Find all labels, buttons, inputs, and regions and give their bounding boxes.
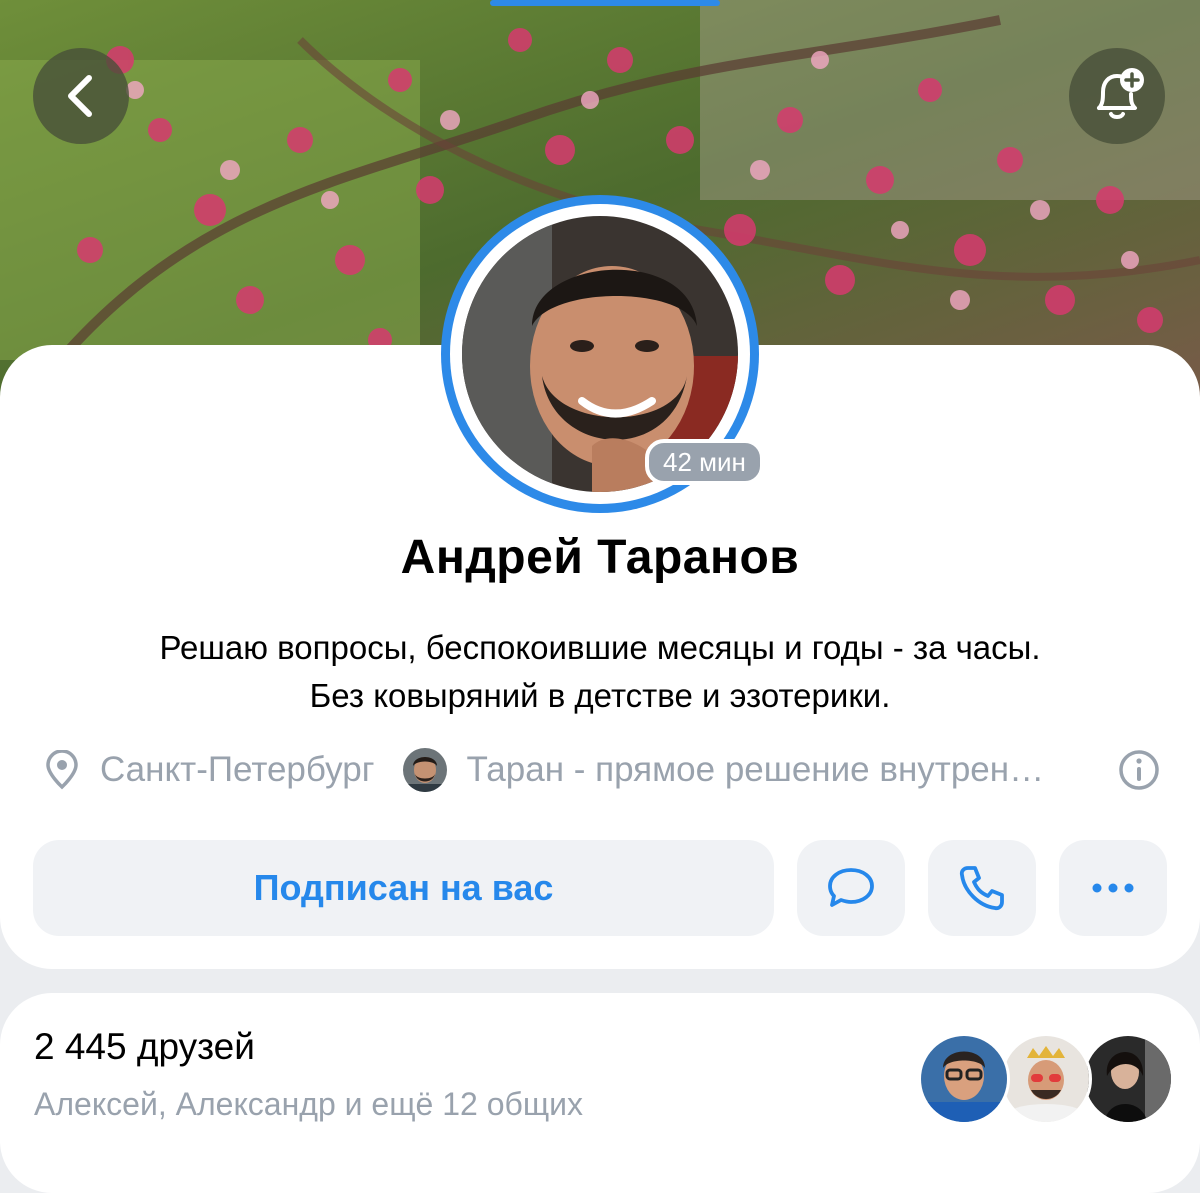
profile-work[interactable]: Таран - прямое решение внутренних пробле…	[467, 750, 1049, 790]
friend-avatar[interactable]	[1082, 1033, 1174, 1125]
more-dots-icon	[1092, 883, 1134, 893]
map-pin-icon	[46, 750, 78, 790]
chevron-left-icon	[68, 75, 92, 117]
profile-info-row[interactable]: Санкт-Петербург Таран - прямое решение в…	[44, 742, 1164, 798]
status-line-1: Решаю вопросы, беспокоившие месяцы и год…	[159, 629, 1041, 666]
friend-avatar[interactable]	[918, 1033, 1010, 1125]
subscribe-notifications-button[interactable]	[1069, 48, 1165, 144]
phone-icon	[959, 866, 1004, 911]
mutual-friends[interactable]: Алексей, Александр и ещё 12 общих	[34, 1086, 583, 1123]
profile-status: Решаю вопросы, беспокоившие месяцы и год…	[0, 624, 1200, 720]
status-line-2: Без ковыряний в детстве и эзотерики.	[309, 677, 891, 714]
friend-avatar[interactable]	[1000, 1033, 1092, 1125]
profile-name: Андрей Таранов	[400, 531, 800, 584]
last-seen-badge: 42 мин	[645, 439, 764, 485]
call-button[interactable]	[928, 840, 1036, 936]
work-avatar[interactable]	[402, 748, 447, 792]
subscribed-button[interactable]: Подписан на вас	[33, 840, 774, 936]
message-button[interactable]	[797, 840, 905, 936]
info-circle-icon[interactable]	[1117, 748, 1161, 792]
bell-plus-icon	[1097, 68, 1144, 119]
more-button[interactable]	[1059, 840, 1167, 936]
message-bubble-icon	[828, 868, 874, 907]
back-button[interactable]	[33, 48, 129, 144]
friends-count[interactable]: 2 445 друзей	[34, 1026, 255, 1068]
profile-city[interactable]: Санкт-Петербург	[100, 750, 375, 790]
